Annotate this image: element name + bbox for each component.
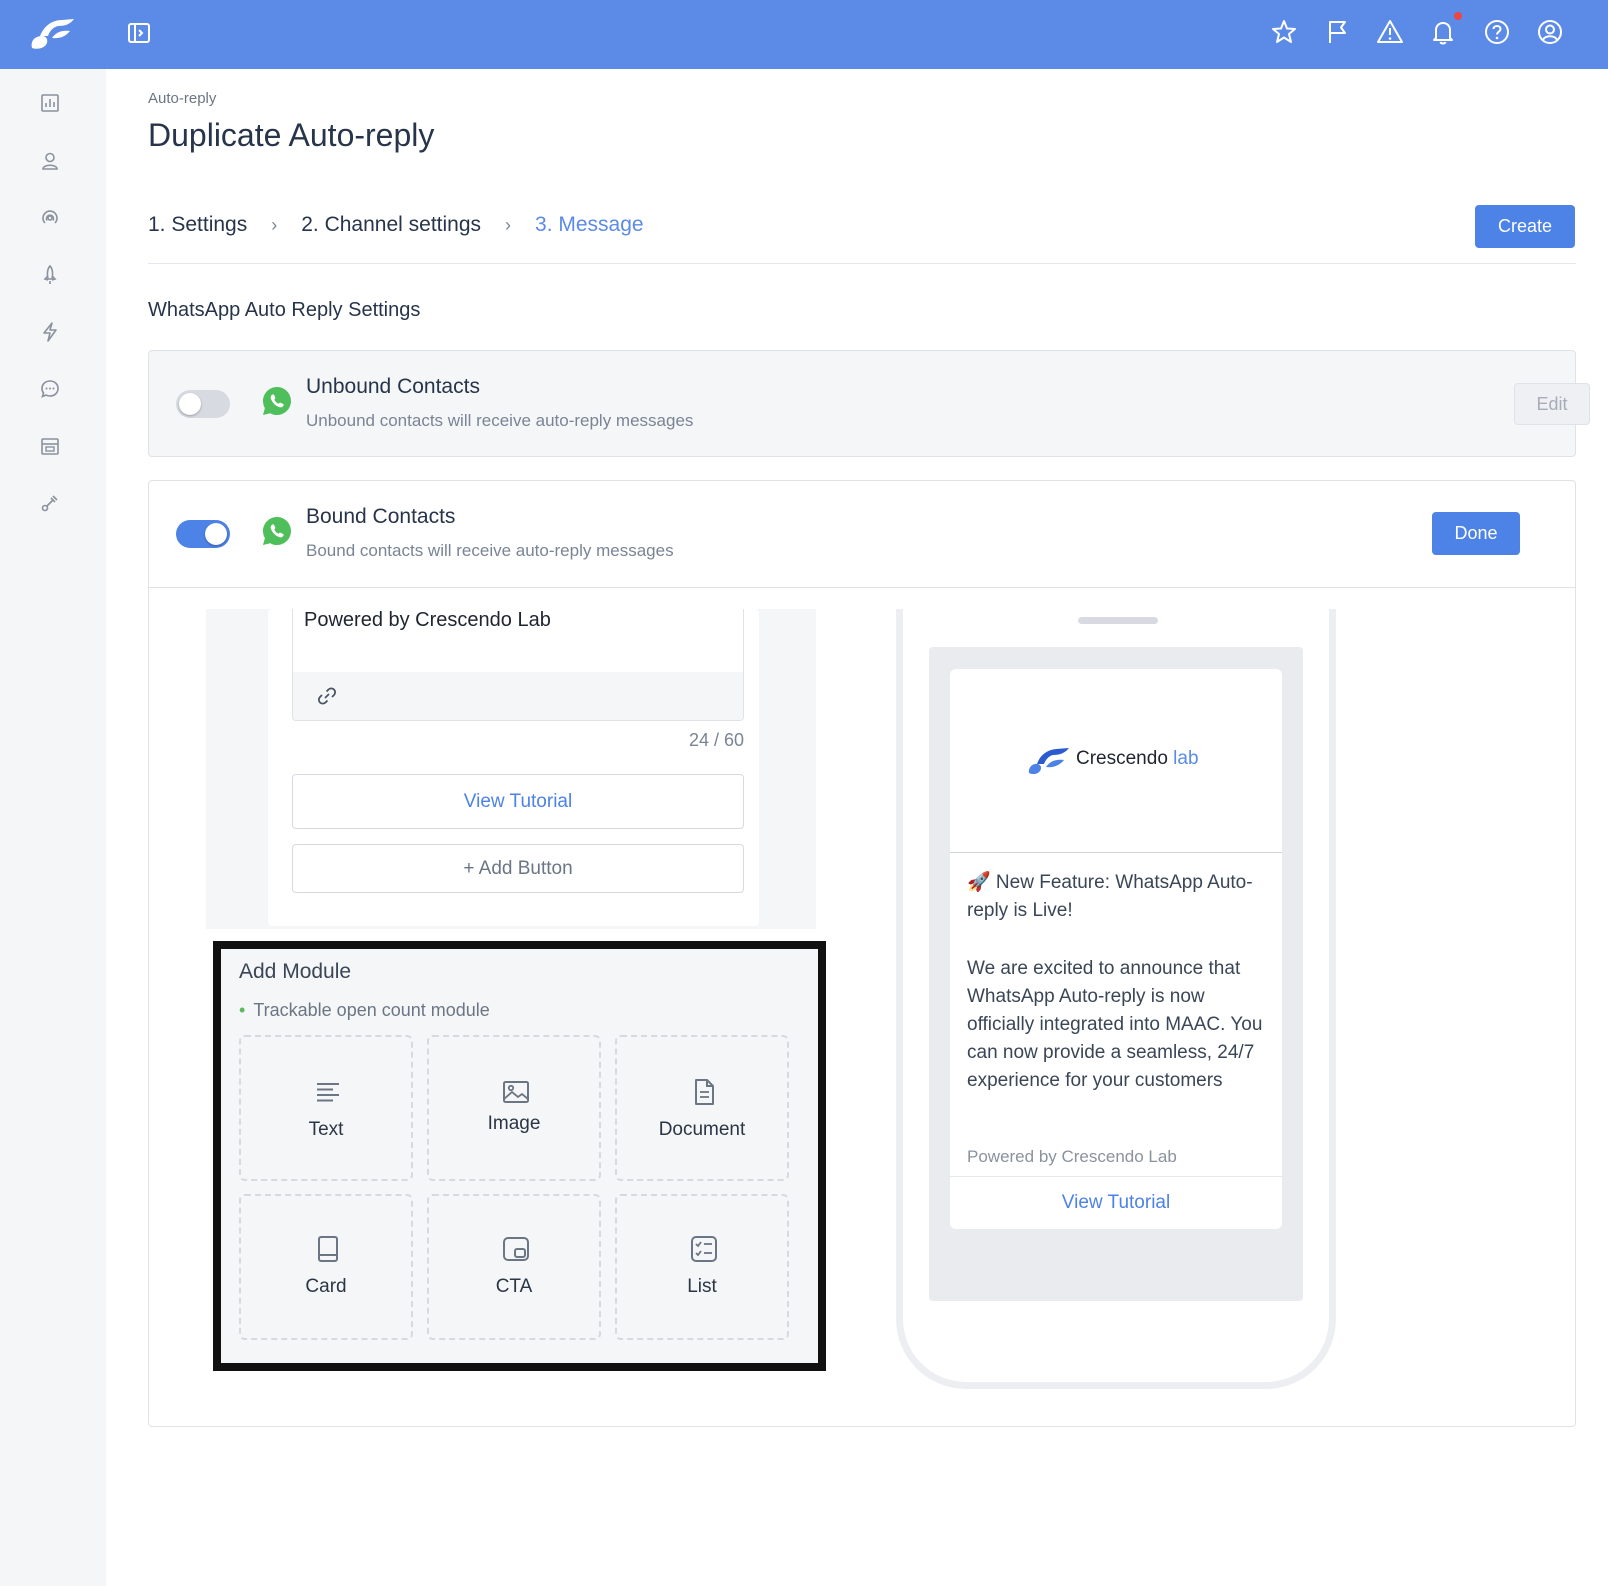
done-button[interactable]: Done	[1432, 512, 1520, 555]
top-bar	[0, 0, 1608, 69]
notification-badge	[1454, 12, 1462, 20]
unbound-contacts-card: Unbound Contacts Unbound contacts will r…	[148, 350, 1590, 457]
character-counter: 24 / 60	[688, 730, 744, 750]
phone-screen: Crescendo lab 🚀 New Feature: WhatsApp Au…	[929, 647, 1303, 1301]
section-title: WhatsApp Auto Reply Settings	[148, 299, 421, 321]
help-icon[interactable]	[1482, 17, 1512, 47]
add-module-title: Add Module	[239, 960, 352, 983]
module-image[interactable]: Image	[427, 1035, 601, 1181]
add-button-button[interactable]: + Add Button	[292, 844, 744, 893]
logo-icon[interactable]	[26, 14, 78, 54]
create-button[interactable]: Create	[1475, 205, 1575, 248]
bound-description: Bound contacts will receive auto-reply m…	[306, 541, 674, 560]
module-card[interactable]: Card	[239, 1194, 413, 1340]
brand-name-text: Crescendo	[1076, 748, 1168, 769]
integration-icon[interactable]	[38, 491, 62, 515]
add-module-note-text: Trackable open count module	[253, 1000, 490, 1020]
brand-name: Crescendo lab	[1076, 748, 1199, 770]
bound-title: Bound Contacts	[306, 505, 456, 528]
module-text-label: Text	[308, 1119, 344, 1140]
text-icon	[317, 1083, 339, 1102]
star-icon[interactable]	[1269, 17, 1299, 47]
link-icon[interactable]	[315, 684, 339, 708]
module-document[interactable]: Document	[615, 1035, 789, 1181]
cta-icon	[503, 1237, 529, 1261]
footer-text-input[interactable]: Powered by Crescendo Lab	[292, 609, 744, 721]
panel-toggle-icon[interactable]	[126, 20, 152, 46]
step-message[interactable]: 3. Message	[535, 213, 644, 237]
module-cta-label: CTA	[495, 1276, 533, 1297]
unbound-toggle[interactable]	[176, 390, 230, 418]
chevron-right-icon: ›	[271, 214, 278, 235]
message-title: 🚀 New Feature: WhatsApp Auto-reply is Li…	[967, 872, 1253, 921]
divider	[148, 263, 1576, 264]
add-module-panel: Add Module • Trackable open count module …	[213, 941, 826, 1371]
contacts-icon[interactable]	[38, 149, 62, 173]
module-card-label: Card	[305, 1276, 347, 1297]
list-icon	[691, 1236, 717, 1262]
store-icon[interactable]	[38, 434, 62, 458]
chat-icon[interactable]	[38, 377, 62, 401]
footer-text-value: Powered by Crescendo Lab	[304, 609, 551, 631]
module-list-label: List	[687, 1276, 717, 1297]
module-cta[interactable]: CTA	[427, 1194, 601, 1340]
step-settings[interactable]: 1. Settings	[148, 213, 247, 237]
module-image-label: Image	[487, 1113, 541, 1134]
add-module-note: • Trackable open count module	[239, 1000, 490, 1020]
page-title: Duplicate Auto-reply	[148, 117, 435, 153]
edit-button[interactable]: Edit	[1514, 383, 1590, 425]
brand-name-suffix: lab	[1173, 748, 1199, 769]
card-icon	[318, 1236, 338, 1262]
flag-icon[interactable]	[1322, 17, 1352, 47]
phone-preview: Crescendo lab 🚀 New Feature: WhatsApp Au…	[896, 609, 1336, 1389]
broadcast-icon[interactable]	[38, 206, 62, 230]
unbound-description: Unbound contacts will receive auto-reply…	[306, 411, 694, 430]
chevron-right-icon: ›	[505, 214, 512, 235]
crescendo-logo-icon	[1028, 748, 1069, 775]
phone-speaker	[1078, 617, 1158, 624]
module-list[interactable]: List	[615, 1194, 789, 1340]
message-bubble: Crescendo lab 🚀 New Feature: WhatsApp Au…	[950, 669, 1282, 1229]
sidebar	[0, 69, 106, 1586]
bound-contacts-header: Bound Contacts Bound contacts will recei…	[149, 481, 1575, 588]
document-icon	[695, 1079, 714, 1105]
message-body: We are excited to announce that WhatsApp…	[967, 958, 1263, 1091]
warning-icon[interactable]	[1375, 17, 1405, 47]
text-toolbar	[293, 672, 743, 720]
bell-icon[interactable]	[1428, 17, 1458, 47]
campaign-icon[interactable]	[38, 263, 62, 287]
view-tutorial-button[interactable]: View Tutorial	[292, 774, 744, 829]
module-text[interactable]: Text	[239, 1035, 413, 1181]
unbound-title: Unbound Contacts	[306, 375, 480, 398]
module-document-label: Document	[658, 1119, 746, 1140]
whatsapp-icon	[263, 517, 291, 545]
bound-toggle[interactable]	[176, 520, 230, 548]
header-image: Crescendo lab	[950, 669, 1282, 853]
analytics-icon[interactable]	[38, 91, 62, 115]
main-content: Auto-reply Duplicate Auto-reply 1. Setti…	[106, 69, 1608, 1586]
message-footer: Powered by Crescendo Lab	[967, 1147, 1177, 1166]
preview-view-tutorial-button[interactable]: View Tutorial	[950, 1177, 1282, 1229]
user-account-icon[interactable]	[1535, 17, 1565, 47]
whatsapp-icon	[263, 387, 291, 415]
automation-icon[interactable]	[38, 320, 62, 344]
breadcrumb[interactable]: Auto-reply	[148, 90, 216, 107]
step-channel-settings[interactable]: 2. Channel settings	[301, 213, 481, 237]
image-icon	[503, 1081, 529, 1103]
step-indicator: 1. Settings › 2. Channel settings › 3. M…	[148, 210, 644, 240]
